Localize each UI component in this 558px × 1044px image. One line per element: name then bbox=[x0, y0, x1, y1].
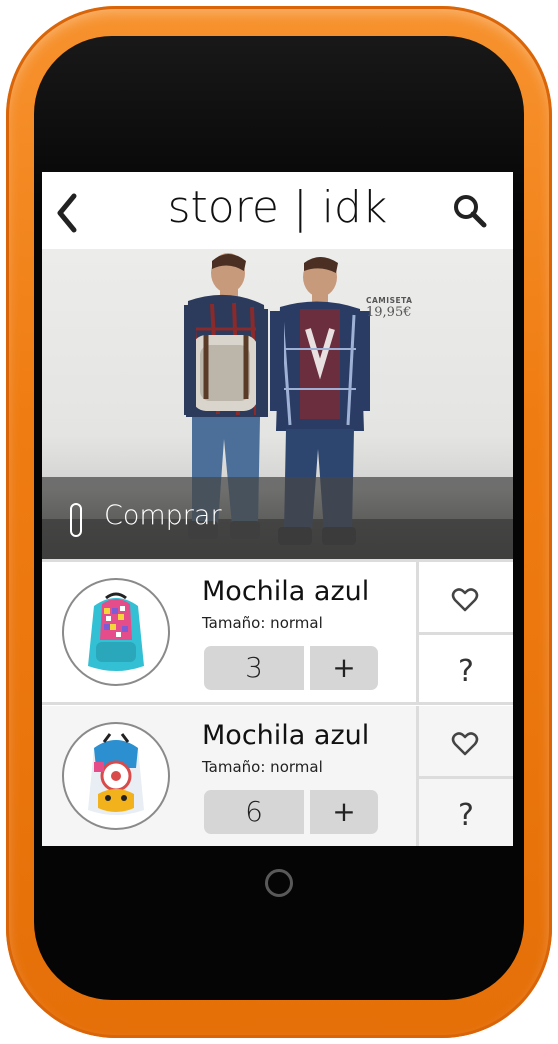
backpack-image bbox=[88, 733, 144, 815]
product-size: Tamaño: normal bbox=[202, 614, 323, 632]
app-screen: store | idk CAMISETA 19,95€ Comprar Moch… bbox=[42, 172, 513, 846]
backpack-image bbox=[88, 592, 144, 671]
question-mark-icon[interactable]: ? bbox=[442, 654, 490, 689]
increment-button[interactable]: + bbox=[310, 646, 378, 690]
product-thumbnail[interactable] bbox=[62, 578, 170, 686]
heart-icon[interactable] bbox=[451, 587, 479, 613]
quantity-value[interactable]: 3 bbox=[204, 646, 304, 690]
product-size: Tamaño: normal bbox=[202, 758, 323, 776]
divider bbox=[416, 632, 513, 635]
app-header: store | idk bbox=[42, 172, 513, 249]
product-name: Mochila azul bbox=[202, 576, 370, 607]
divider bbox=[416, 776, 513, 779]
hero-tag-label: CAMISETA bbox=[366, 296, 413, 305]
home-button-icon[interactable] bbox=[265, 869, 293, 897]
product-thumbnail[interactable] bbox=[62, 722, 170, 830]
heart-icon[interactable] bbox=[451, 731, 479, 757]
product-name: Mochila azul bbox=[202, 720, 370, 751]
hero-tag-price: 19,95€ bbox=[366, 305, 412, 320]
buy-button-label[interactable]: Comprar bbox=[104, 500, 222, 531]
list-item: Mochila azul Tamaño: normal 6 + ? bbox=[42, 706, 513, 846]
buy-indicator-icon bbox=[70, 503, 82, 537]
divider bbox=[42, 702, 513, 705]
list-item: Mochila azul Tamaño: normal 3 + ? bbox=[42, 562, 513, 702]
page-title: store | idk bbox=[167, 182, 388, 233]
question-mark-icon[interactable]: ? bbox=[442, 798, 490, 833]
quantity-value[interactable]: 6 bbox=[204, 790, 304, 834]
hero-banner[interactable]: CAMISETA 19,95€ Comprar bbox=[42, 249, 513, 559]
search-icon[interactable] bbox=[450, 192, 490, 232]
increment-button[interactable]: + bbox=[310, 790, 378, 834]
